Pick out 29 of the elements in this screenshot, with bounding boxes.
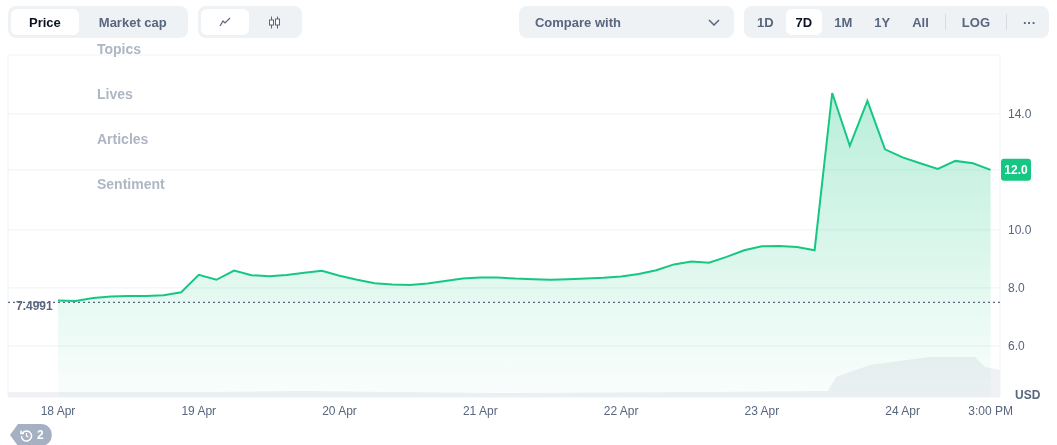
range-tab[interactable]: 1Y: [864, 9, 901, 35]
x-axis-label: 21 Apr: [462, 404, 498, 418]
currency-label: USD: [1015, 388, 1041, 402]
y-axis-label: 10.0: [1008, 222, 1032, 237]
x-axis-label: 22 Apr: [603, 404, 639, 418]
candlestick-icon: [268, 15, 282, 29]
chart-tab[interactable]: Price: [11, 9, 79, 35]
range-tab[interactable]: 7D: [785, 9, 823, 35]
compare-dropdown[interactable]: Compare with: [519, 6, 734, 38]
more-button[interactable]: ···: [1013, 9, 1046, 35]
y-axis-label: 8.0: [1008, 280, 1025, 295]
x-axis-label: 24 Apr: [885, 404, 920, 418]
reference-label: 7.4991: [16, 299, 53, 314]
y-axis-label: 14.0: [1008, 106, 1032, 121]
line-chart-icon: [218, 17, 231, 27]
range-tab[interactable]: 1M: [824, 9, 863, 35]
log-button[interactable]: LOG: [951, 9, 1000, 35]
range-tab[interactable]: All: [902, 9, 939, 35]
chart-tab[interactable]: Market cap: [80, 9, 185, 35]
x-axis-label: 23 Apr: [744, 404, 780, 418]
chevron-down-icon: [708, 18, 720, 26]
x-axis-label: 20 Apr: [322, 404, 357, 418]
range-tab[interactable]: 1D: [747, 9, 784, 35]
x-axis-label: 19 Apr: [181, 404, 217, 418]
current-price-badge: 12.0: [1001, 158, 1031, 181]
y-axis-label: 6.0: [1008, 338, 1025, 353]
x-axis-label: 18 Apr: [40, 404, 76, 418]
history-icon: [20, 428, 33, 442]
x-axis-label: 3:00 PM: [968, 404, 1013, 418]
